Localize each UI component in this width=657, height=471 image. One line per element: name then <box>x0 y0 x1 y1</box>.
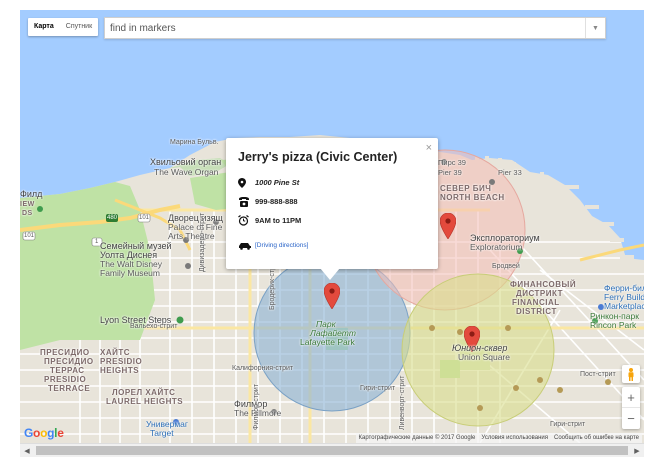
map-label: Хвильовий орган <box>150 157 222 167</box>
phone-icon <box>238 196 255 207</box>
map-label: Марина Бульв. <box>170 139 219 146</box>
map-label: Exploratorium <box>470 242 523 252</box>
map-label: TERRACE <box>48 384 91 393</box>
map-label: ПРЕСИДИО <box>40 348 90 357</box>
map-type-map-button[interactable]: Карта <box>28 18 60 36</box>
scroll-right-arrow-icon[interactable]: ▶ <box>630 444 644 457</box>
map-marker[interactable] <box>324 283 340 309</box>
map-label: Филд <box>20 189 43 199</box>
map-label: Дивизадеро-стрит <box>199 212 206 272</box>
highway-shield-label: 101 <box>139 215 150 221</box>
map-label: Вальехо-стрит <box>130 323 178 330</box>
info-phone-row: 999-888-888 <box>238 192 426 211</box>
map-label: HEIGHTS <box>100 366 140 375</box>
info-hours-row: 9AM to 11PM <box>238 211 426 230</box>
close-icon[interactable]: × <box>426 142 432 154</box>
map-pin-icon <box>238 177 255 188</box>
highway-shield-label: 480 <box>107 215 118 221</box>
map-type-satellite-button[interactable]: Спутник <box>60 18 98 36</box>
dropdown-arrow-icon[interactable]: ▼ <box>585 18 605 38</box>
map-label: NORTH BEACH <box>440 193 505 202</box>
highway-shield-label: 1 <box>95 239 99 245</box>
zoom-in-button[interactable]: + <box>622 387 640 408</box>
horizontal-scrollbar[interactable]: ◀ ▶ <box>20 443 644 457</box>
info-window-pointer <box>320 268 340 280</box>
map-label: ТЕРРАС <box>50 366 85 375</box>
map-label: Pier 33 <box>498 168 522 177</box>
map-label: Пост-стрит <box>580 371 616 378</box>
scrollbar-thumb[interactable] <box>36 446 628 455</box>
info-hours: 9AM to 11PM <box>255 216 302 225</box>
alarm-clock-icon <box>238 215 255 226</box>
marker-search-input[interactable] <box>105 18 583 38</box>
map-attribution: Картографические данные © 2017 Google Ус… <box>355 433 642 443</box>
map-label: LAUREL HEIGHTS <box>106 397 184 406</box>
map-label: ДИСТРИКТ <box>516 289 563 298</box>
map-label: PRESIDIO <box>100 357 143 366</box>
map-marker[interactable] <box>440 213 456 239</box>
map-label: IEW <box>20 201 35 208</box>
map-label: Arts Theatre <box>168 231 215 241</box>
map-label: Ливенворт-стрит <box>399 375 406 430</box>
map-label: Гири-стрит <box>360 385 396 392</box>
map-label: Pier 39 <box>438 168 462 177</box>
map-label: FINANCIAL <box>512 298 560 307</box>
car-icon <box>238 242 255 250</box>
map-label: СЕВЕР БИЧ <box>440 184 492 193</box>
info-address: 1000 Pine St <box>255 178 300 187</box>
map-type-control: Карта Спутник <box>28 18 99 36</box>
map-label: DS <box>22 210 33 217</box>
map-label: Бродвей <box>492 263 520 270</box>
zoom-control: + − <box>622 387 640 429</box>
map-canvas[interactable]: Хвильовий орган The Wave Organ Марина Бу… <box>20 10 644 443</box>
marker-search-box: ▼ <box>104 17 606 39</box>
map-label: Rincon Park <box>590 320 637 330</box>
map-label: Гири-стрит <box>550 421 586 428</box>
info-window: × Jerry's pizza (Civic Center) 1000 Pine… <box>226 138 438 269</box>
map-label: DISTRICT <box>516 307 557 316</box>
map-data-attribution: Картографические данные © 2017 Google <box>358 435 476 441</box>
map-label: PRESIDIO <box>44 375 87 384</box>
map-label: Пирс 39 <box>438 158 466 167</box>
map-label: Target <box>150 428 174 438</box>
info-window-title: Jerry's pizza (Civic Center) <box>238 150 398 164</box>
map-label: The Wave Organ <box>154 167 219 177</box>
scroll-left-arrow-icon[interactable]: ◀ <box>20 444 34 457</box>
map-label: Marketplac <box>604 301 644 311</box>
highway-shield-label: 101 <box>24 233 35 239</box>
map-label: Union Square <box>458 352 510 362</box>
info-address-row: 1000 Pine St <box>238 173 426 192</box>
terms-of-use-link[interactable]: Условия использования <box>481 435 548 441</box>
map-label: Family Museum <box>100 268 160 278</box>
map-label: ЛОРЕЛ ХАЙТС <box>112 388 176 397</box>
street-view-pegman-icon[interactable] <box>622 365 640 383</box>
map-label: Калифорния-стрит <box>232 365 294 372</box>
map-label: ФИНАНСОВЫЙ <box>510 280 577 289</box>
info-directions-row: [Driving directions] <box>238 236 426 255</box>
map-label: Lafayette Park <box>300 337 355 347</box>
map-label: Филмор-стрит <box>253 384 260 430</box>
info-phone: 999-888-888 <box>255 197 298 206</box>
driving-directions-link[interactable]: [Driving directions] <box>255 242 308 249</box>
map-label: ХАЙТС <box>100 348 131 357</box>
map-label: ПРЕСИДИО <box>44 357 94 366</box>
report-map-error-link[interactable]: Сообщить об ошибке на карте <box>554 435 639 441</box>
zoom-out-button[interactable]: − <box>622 408 640 429</box>
google-logo[interactable]: Google <box>24 426 64 440</box>
